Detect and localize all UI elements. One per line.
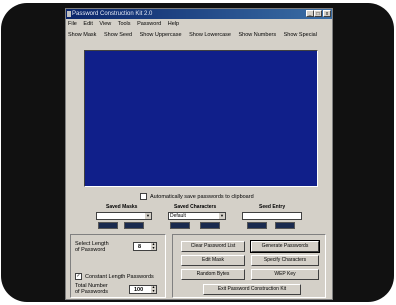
autosave-option[interactable]: Automatically save passwords to clipboar…	[140, 193, 254, 200]
saved-characters-value: Default	[170, 213, 186, 219]
clear-password-list-button[interactable]: Clear Password List	[181, 241, 245, 252]
characters-save-button[interactable]	[200, 222, 220, 229]
total-passwords-label-2: of Passwords	[75, 289, 109, 295]
close-icon[interactable]: x	[323, 10, 331, 17]
menu-help[interactable]: Help	[168, 21, 179, 27]
length-options-panel: Select Length of Password 8 ▲ ▼ ✓ Constant…	[70, 234, 166, 298]
edit-mask-button[interactable]: Edit Mask	[181, 255, 245, 266]
password-list-display[interactable]	[84, 50, 318, 187]
maximize-icon[interactable]: □	[314, 10, 322, 17]
saved-masks-dropdown[interactable]: ▼	[96, 212, 152, 220]
show-seed-button[interactable]: Show Seed	[104, 32, 132, 38]
menu-file[interactable]: File	[68, 21, 77, 27]
show-special-button[interactable]: Show Special	[284, 32, 317, 38]
seed-clear-button[interactable]	[275, 222, 295, 229]
total-passwords-spinner[interactable]: 100 ▲ ▼	[129, 285, 157, 294]
app-icon	[67, 11, 71, 17]
masks-save-button[interactable]	[124, 222, 144, 229]
show-uppercase-button[interactable]: Show Uppercase	[140, 32, 182, 38]
minimize-icon[interactable]: _	[306, 10, 314, 17]
saved-characters-label: Saved Characters	[174, 204, 217, 210]
constant-length-option[interactable]: ✓ Constant Length Passwords	[75, 273, 154, 281]
app-window: Password Construction Kit 2.0 _ □ x File…	[66, 9, 332, 299]
toolbar: Show Mask Show Seed Show Uppercase Show …	[68, 30, 323, 40]
wep-key-button[interactable]: WEP Key	[251, 269, 319, 280]
chevron-down-icon[interactable]: ▼	[145, 213, 151, 219]
chevron-down-icon[interactable]: ▼	[219, 213, 225, 219]
characters-load-button[interactable]	[170, 222, 190, 229]
constant-length-checkbox[interactable]: ✓	[75, 273, 82, 280]
spinner-arrows-icon[interactable]: ▲ ▼	[151, 242, 156, 250]
autosave-label: Automatically save passwords to clipboar…	[150, 193, 254, 200]
saved-characters-dropdown[interactable]: Default ▼	[168, 212, 226, 220]
total-passwords-value: 100	[134, 287, 144, 293]
autosave-checkbox[interactable]	[140, 193, 147, 200]
spinner-arrows-icon[interactable]: ▲ ▼	[151, 285, 156, 293]
actions-panel: Clear Password List Generate Passwords E…	[172, 234, 326, 298]
title-bar: Password Construction Kit 2.0 _ □ x	[66, 9, 332, 19]
show-mask-button[interactable]: Show Mask	[68, 32, 96, 38]
show-lowercase-button[interactable]: Show Lowercase	[189, 32, 231, 38]
menu-password[interactable]: Password	[137, 21, 161, 27]
random-bytes-button[interactable]: Random Bytes	[181, 269, 245, 280]
show-numbers-button[interactable]: Show Numbers	[238, 32, 276, 38]
seed-entry-label: Seed Entry	[259, 204, 286, 210]
select-length-label-2: of Password	[75, 247, 106, 253]
constant-length-label: Constant Length Passwords	[85, 273, 154, 280]
menu-tools[interactable]: Tools	[118, 21, 131, 27]
length-spinner[interactable]: 8 ▲ ▼	[133, 242, 157, 251]
length-value: 8	[138, 244, 142, 250]
exit-button[interactable]: Exit Password Construction Kit	[203, 284, 301, 295]
window-title: Password Construction Kit 2.0	[72, 11, 153, 17]
seed-add-button[interactable]	[247, 222, 267, 229]
menu-view[interactable]: View	[99, 21, 111, 27]
generate-passwords-button[interactable]: Generate Passwords	[250, 240, 320, 253]
menu-bar: File Edit View Tools Password Help	[68, 20, 184, 29]
saved-masks-label: Saved Masks	[106, 204, 138, 210]
seed-entry-input[interactable]	[242, 212, 302, 220]
menu-edit[interactable]: Edit	[83, 21, 92, 27]
masks-load-button[interactable]	[98, 222, 118, 229]
specify-characters-button[interactable]: Specify Characters	[251, 255, 319, 266]
